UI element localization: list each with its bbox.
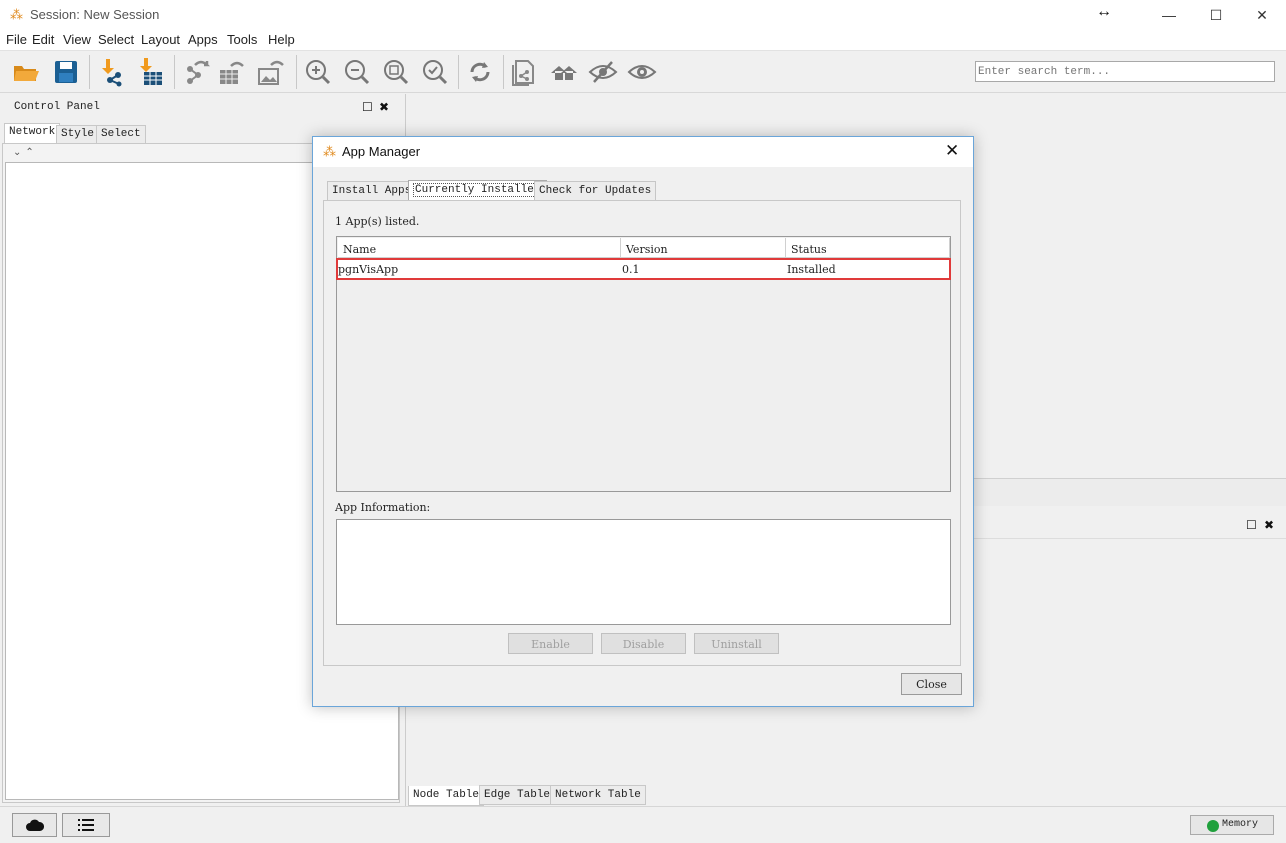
- column-header-name[interactable]: Name: [338, 238, 621, 258]
- app-name-cell: pgnVisApp: [338, 263, 399, 276]
- menu-help[interactable]: Help: [268, 32, 295, 47]
- app-version-cell: 0.1: [622, 263, 640, 276]
- cytoscape-app-icon: ⁂: [10, 7, 23, 22]
- table-row[interactable]: pgnVisApp 0.1 Installed: [336, 258, 951, 280]
- close-panel-button[interactable]: ✖: [379, 100, 389, 114]
- column-header-version[interactable]: Version: [621, 238, 786, 258]
- cloud-button[interactable]: [12, 813, 57, 837]
- menu-tools[interactable]: Tools: [227, 32, 257, 47]
- tab-edge-table[interactable]: Edge Table: [479, 785, 556, 805]
- toolbar-separator: [458, 55, 459, 89]
- toolbar-separator: [503, 55, 504, 89]
- toolbar-separator: [174, 55, 175, 89]
- resize-cursor-icon: ↔: [1096, 3, 1112, 20]
- cloud-icon: [25, 819, 44, 831]
- dialog-title: App Manager: [342, 144, 421, 159]
- zoom-out-icon[interactable]: [342, 57, 372, 87]
- minimize-button[interactable]: —: [1155, 4, 1183, 26]
- app-manager-dialog: ⁂ App Manager ✕ Install Apps Currently I…: [312, 136, 974, 707]
- float-panel-button[interactable]: ☐: [362, 100, 373, 114]
- memory-label: Memory: [1222, 819, 1259, 830]
- tab-network-table[interactable]: Network Table: [550, 785, 646, 805]
- toolbar-separator: [296, 55, 297, 89]
- status-bar: Memory: [0, 806, 1286, 843]
- open-folder-icon[interactable]: [11, 57, 41, 87]
- export-table-icon[interactable]: [217, 57, 247, 87]
- float-table-panel-button[interactable]: ☐: [1246, 518, 1257, 532]
- window-close-button[interactable]: ✕: [1248, 4, 1276, 26]
- new-network-icon[interactable]: [510, 57, 540, 87]
- control-panel-title: Control Panel: [14, 101, 100, 113]
- refresh-icon[interactable]: [465, 57, 495, 87]
- cytoscape-app-icon: ⁂: [323, 144, 336, 159]
- app-information-textarea[interactable]: [336, 519, 951, 625]
- zoom-selected-icon[interactable]: [420, 57, 450, 87]
- toolbar-separator: [89, 55, 90, 89]
- dialog-title-bar: ⁂ App Manager ✕: [313, 137, 973, 167]
- memory-button[interactable]: Memory: [1190, 815, 1274, 835]
- import-network-icon[interactable]: [96, 57, 126, 87]
- window-title: Session: New Session: [30, 7, 160, 22]
- export-network-icon[interactable]: [181, 57, 211, 87]
- maximize-button[interactable]: ☐: [1202, 4, 1230, 26]
- tab-node-table[interactable]: Node Table: [408, 786, 485, 806]
- disable-button[interactable]: Disable: [601, 633, 686, 654]
- task-list-button[interactable]: [62, 813, 110, 837]
- tab-currently-installed[interactable]: Currently Installed: [408, 180, 548, 201]
- hide-icon[interactable]: [588, 57, 618, 87]
- menu-apps[interactable]: Apps: [188, 32, 218, 47]
- tab-network[interactable]: Network: [4, 123, 61, 144]
- memory-status-icon: [1207, 820, 1219, 832]
- zoom-in-icon[interactable]: [303, 57, 333, 87]
- import-table-icon[interactable]: [136, 57, 166, 87]
- close-button[interactable]: Close: [901, 673, 962, 695]
- app-information-label: App Information:: [335, 501, 431, 514]
- show-icon[interactable]: [627, 57, 657, 87]
- tab-select[interactable]: Select: [96, 125, 146, 143]
- menu-layout[interactable]: Layout: [141, 32, 180, 47]
- close-table-panel-button[interactable]: ✖: [1264, 518, 1274, 532]
- dialog-close-icon[interactable]: ✕: [945, 141, 959, 161]
- uninstall-button[interactable]: Uninstall: [694, 633, 779, 654]
- enable-button[interactable]: Enable: [508, 633, 593, 654]
- menu-edit[interactable]: Edit: [32, 32, 54, 47]
- title-bar: ⁂ Session: New Session ↔ — ☐ ✕: [0, 0, 1286, 30]
- toolbar: [0, 51, 1286, 93]
- apps-count-label: 1 App(s) listed.: [335, 215, 420, 228]
- save-icon[interactable]: [51, 57, 81, 87]
- export-image-icon[interactable]: [256, 57, 286, 87]
- home-icon[interactable]: [549, 57, 579, 87]
- menu-view[interactable]: View: [63, 32, 91, 47]
- search-input[interactable]: [975, 61, 1275, 82]
- menu-select[interactable]: Select: [98, 32, 134, 47]
- installed-apps-table: Name Version Status pgnVisApp 0.1 Instal…: [336, 236, 951, 492]
- column-header-status[interactable]: Status: [786, 238, 950, 258]
- menu-file[interactable]: File: [6, 32, 27, 47]
- list-icon: [78, 819, 94, 831]
- tab-style[interactable]: Style: [56, 125, 100, 143]
- app-status-cell: Installed: [787, 263, 836, 276]
- zoom-fit-icon[interactable]: [381, 57, 411, 87]
- currently-installed-panel: 1 App(s) listed. Name Version Status pgn…: [323, 200, 961, 666]
- tab-check-for-updates[interactable]: Check for Updates: [534, 181, 657, 201]
- expand-collapse-icon[interactable]: ⌄⌃: [13, 147, 38, 158]
- menu-bar: File Edit View Select Layout Apps Tools …: [0, 30, 1286, 51]
- tab-install-apps[interactable]: Install Apps: [327, 181, 417, 201]
